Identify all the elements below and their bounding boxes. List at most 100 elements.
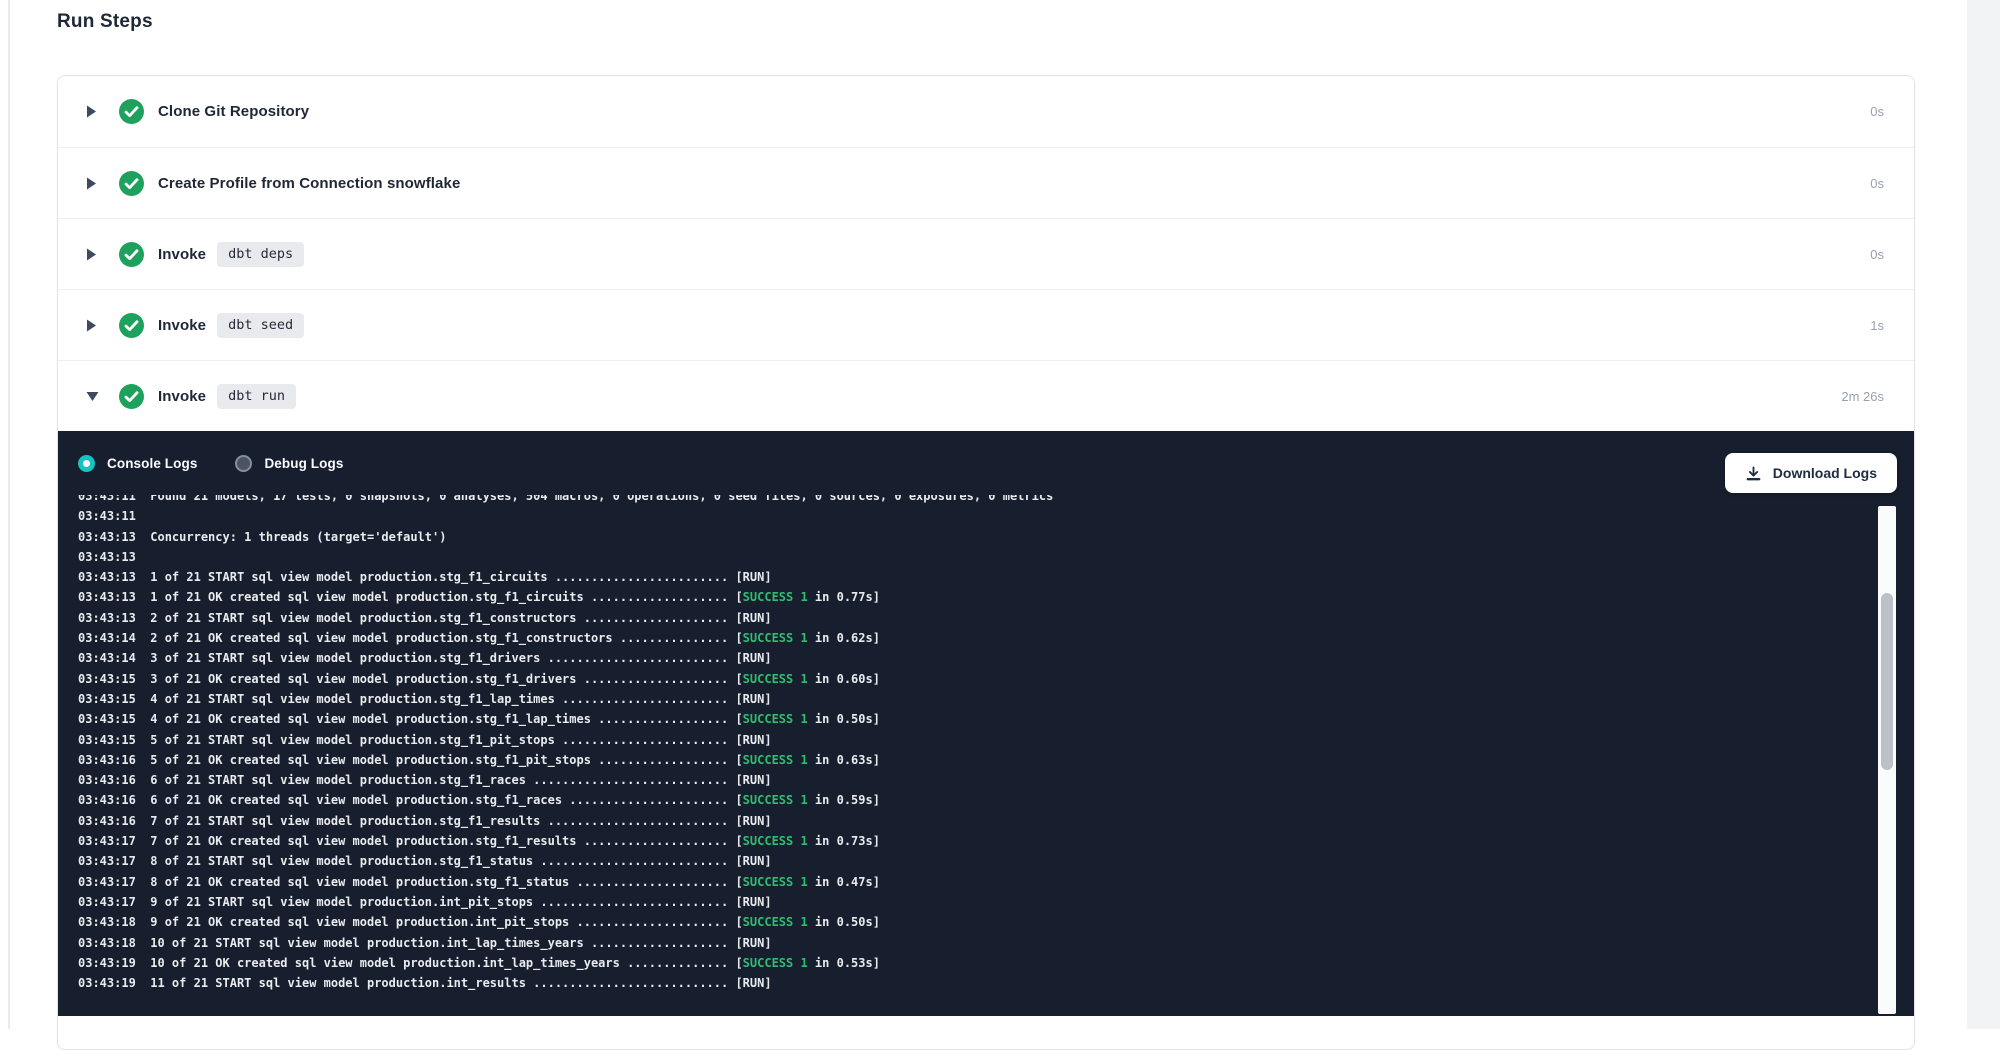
log-line: 03:43:19 10 of 21 OK created sql view mo… bbox=[78, 953, 1874, 973]
log-line: 03:43:14 2 of 21 OK created sql view mod… bbox=[78, 628, 1874, 648]
log-timestamp: 03:43:13 bbox=[78, 570, 136, 584]
step-command-badge: dbt seed bbox=[217, 313, 304, 338]
run-steps-card: Clone Git Repository0sCreate Profile fro… bbox=[57, 75, 1915, 1050]
log-line: 03:43:11 Found 21 models, 17 tests, 0 sn… bbox=[78, 495, 1874, 506]
step-command-badge: dbt deps bbox=[217, 242, 304, 267]
radio-console-logs[interactable]: Console Logs bbox=[78, 455, 197, 472]
log-status-success: SUCCESS 1 bbox=[743, 590, 808, 604]
log-line: 03:43:13 bbox=[78, 547, 1874, 567]
step-title: Invoke bbox=[158, 388, 206, 405]
log-timestamp: 03:43:13 bbox=[78, 550, 136, 564]
log-line: 03:43:16 6 of 21 OK created sql view mod… bbox=[78, 790, 1874, 810]
step-title: Create Profile from Connection snowflake bbox=[158, 175, 460, 192]
log-status-success: SUCCESS 1 bbox=[743, 631, 808, 645]
log-timestamp: 03:43:17 bbox=[78, 854, 136, 868]
run-step-row[interactable]: Invoke dbt run 2m 26s bbox=[58, 360, 1914, 431]
log-status-success: SUCCESS 1 bbox=[743, 712, 808, 726]
log-timestamp: 03:43:17 bbox=[78, 834, 136, 848]
log-line: 03:43:16 6 of 21 START sql view model pr… bbox=[78, 770, 1874, 790]
log-scrollbar-track[interactable] bbox=[1878, 506, 1896, 1014]
log-timestamp: 03:43:16 bbox=[78, 814, 136, 828]
page-title: Run Steps bbox=[57, 11, 153, 33]
log-line: 03:43:14 3 of 21 START sql view model pr… bbox=[78, 648, 1874, 668]
step-duration: 1s bbox=[1870, 318, 1884, 333]
download-icon bbox=[1745, 465, 1762, 482]
log-timestamp: 03:43:16 bbox=[78, 753, 136, 767]
success-check-icon bbox=[119, 384, 144, 409]
log-tab-label: Debug Logs bbox=[264, 456, 343, 471]
step-command-badge: dbt run bbox=[217, 384, 296, 409]
log-line: 03:43:11 bbox=[78, 506, 1874, 526]
step-duration: 0s bbox=[1870, 176, 1884, 191]
log-line: 03:43:17 9 of 21 START sql view model pr… bbox=[78, 892, 1874, 912]
step-title: Clone Git Repository bbox=[158, 103, 309, 120]
left-divider bbox=[8, 0, 10, 1029]
log-scrollbar-thumb[interactable] bbox=[1881, 593, 1893, 770]
step-title: Invoke bbox=[158, 246, 206, 263]
log-line: 03:43:18 9 of 21 OK created sql view mod… bbox=[78, 912, 1874, 932]
log-line: 03:43:15 4 of 21 OK created sql view mod… bbox=[78, 709, 1874, 729]
page-right-gutter bbox=[1967, 0, 2000, 1029]
log-timestamp: 03:43:13 bbox=[78, 530, 136, 544]
log-line: 03:43:13 2 of 21 START sql view model pr… bbox=[78, 608, 1874, 628]
log-status-success: SUCCESS 1 bbox=[743, 672, 808, 686]
log-timestamp: 03:43:17 bbox=[78, 895, 136, 909]
chevron-right-icon[interactable] bbox=[86, 319, 100, 332]
success-check-icon bbox=[119, 313, 144, 338]
run-step-row[interactable]: Invoke dbt seed 1s bbox=[58, 289, 1914, 360]
download-logs-label: Download Logs bbox=[1773, 465, 1877, 481]
log-line: 03:43:17 7 of 21 OK created sql view mod… bbox=[78, 831, 1874, 851]
chevron-right-icon[interactable] bbox=[86, 177, 100, 190]
log-timestamp: 03:43:15 bbox=[78, 692, 136, 706]
log-timestamp: 03:43:13 bbox=[78, 611, 136, 625]
log-status-success: SUCCESS 1 bbox=[743, 834, 808, 848]
log-timestamp: 03:43:11 bbox=[78, 495, 136, 503]
run-step-row[interactable]: Invoke dbt deps 0s bbox=[58, 218, 1914, 289]
step-title: Invoke bbox=[158, 317, 206, 334]
log-line: 03:43:19 11 of 21 START sql view model p… bbox=[78, 973, 1874, 993]
log-timestamp: 03:43:15 bbox=[78, 712, 136, 726]
run-step-row[interactable]: Create Profile from Connection snowflake… bbox=[58, 147, 1914, 218]
log-line: 03:43:13 1 of 21 OK created sql view mod… bbox=[78, 587, 1874, 607]
log-timestamp: 03:43:18 bbox=[78, 915, 136, 929]
log-line: 03:43:16 7 of 21 START sql view model pr… bbox=[78, 811, 1874, 831]
download-logs-button[interactable]: Download Logs bbox=[1725, 453, 1897, 493]
radio-unselected-icon[interactable] bbox=[235, 455, 252, 472]
log-status-success: SUCCESS 1 bbox=[743, 793, 808, 807]
log-line: 03:43:13 1 of 21 START sql view model pr… bbox=[78, 567, 1874, 587]
log-line: 03:43:13 Concurrency: 1 threads (target=… bbox=[78, 527, 1874, 547]
run-step-row[interactable]: Clone Git Repository 0s bbox=[58, 76, 1914, 147]
console-log-output[interactable]: 03:43:11 Found 21 models, 17 tests, 0 sn… bbox=[58, 495, 1874, 1002]
log-timestamp: 03:43:19 bbox=[78, 956, 136, 970]
log-status-success: SUCCESS 1 bbox=[743, 915, 808, 929]
chevron-right-icon[interactable] bbox=[86, 248, 100, 261]
log-timestamp: 03:43:16 bbox=[78, 793, 136, 807]
step-duration: 0s bbox=[1870, 104, 1884, 119]
log-type-radio-group: Console Logs Debug Logs bbox=[78, 431, 343, 495]
step-duration: 0s bbox=[1870, 247, 1884, 262]
log-timestamp: 03:43:16 bbox=[78, 773, 136, 787]
chevron-down-icon[interactable] bbox=[86, 391, 100, 402]
log-line: 03:43:17 8 of 21 START sql view model pr… bbox=[78, 851, 1874, 871]
radio-debug-logs[interactable]: Debug Logs bbox=[235, 455, 343, 472]
log-timestamp: 03:43:15 bbox=[78, 672, 136, 686]
success-check-icon bbox=[119, 171, 144, 196]
radio-selected-icon[interactable] bbox=[78, 455, 95, 472]
log-status-success: SUCCESS 1 bbox=[743, 753, 808, 767]
step-duration: 2m 26s bbox=[1841, 389, 1884, 404]
log-timestamp: 03:43:13 bbox=[78, 590, 136, 604]
success-check-icon bbox=[119, 242, 144, 267]
log-timestamp: 03:43:14 bbox=[78, 631, 136, 645]
log-status-success: SUCCESS 1 bbox=[743, 875, 808, 889]
chevron-right-icon[interactable] bbox=[86, 105, 100, 118]
run-steps-list: Clone Git Repository0sCreate Profile fro… bbox=[58, 76, 1914, 431]
log-line: 03:43:17 8 of 21 OK created sql view mod… bbox=[78, 872, 1874, 892]
console-panel: Console Logs Debug Logs Download Logs 03:… bbox=[58, 431, 1914, 1016]
log-tab-label: Console Logs bbox=[107, 456, 197, 471]
log-line: 03:43:15 5 of 21 START sql view model pr… bbox=[78, 730, 1874, 750]
log-timestamp: 03:43:18 bbox=[78, 936, 136, 950]
log-timestamp: 03:43:17 bbox=[78, 875, 136, 889]
success-check-icon bbox=[119, 99, 144, 124]
log-lines: 03:43:11 Found 21 models, 17 tests, 0 sn… bbox=[58, 495, 1874, 993]
log-timestamp: 03:43:19 bbox=[78, 976, 136, 990]
